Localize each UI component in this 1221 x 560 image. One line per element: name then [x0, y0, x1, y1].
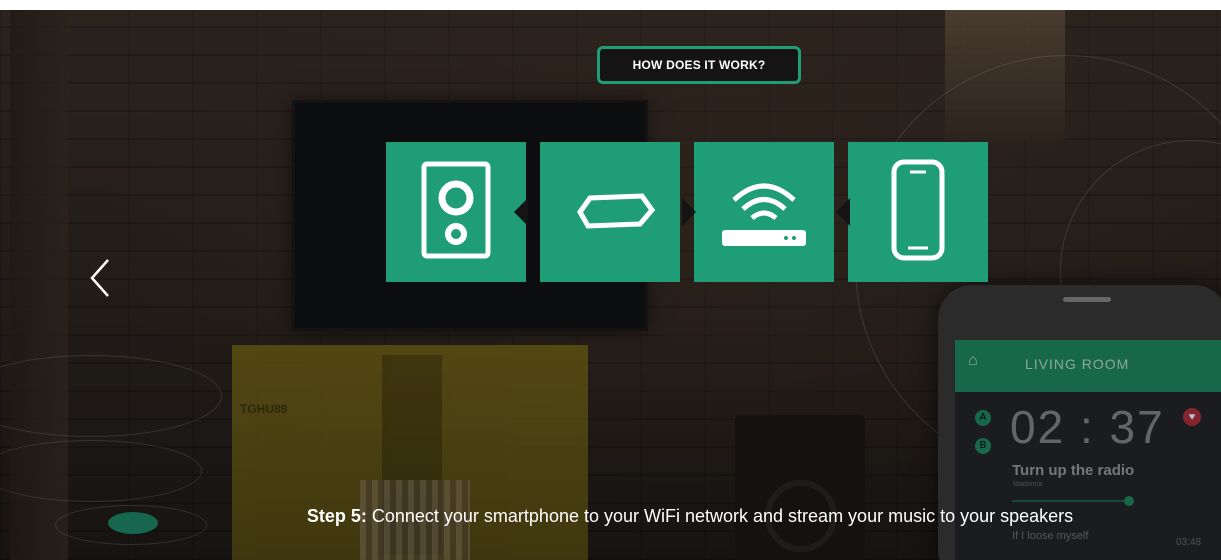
top-strip [0, 0, 1221, 10]
smartphone-icon [891, 159, 945, 261]
step-connector [836, 198, 850, 226]
step-caption-text: Connect your smartphone to your WiFi net… [366, 506, 1074, 526]
hero-slider: TGHU89 ⌂ LIVING ROOM 02 : 37 ♥ A B Turn … [0, 0, 1221, 560]
step-tile-smartphone [848, 142, 988, 282]
how-does-it-work-button[interactable]: HOW DOES IT WORK? [597, 46, 801, 84]
wifi-router-icon [722, 183, 806, 246]
step-connector [514, 198, 528, 226]
step-tile-router [694, 142, 834, 282]
previous-slide-button[interactable] [86, 256, 116, 300]
background-overlay [0, 10, 1221, 560]
step-connector [682, 198, 696, 226]
hub-icon [577, 193, 656, 229]
step-caption-label: Step 5: [306, 506, 367, 526]
speaker-icon [421, 161, 491, 259]
step-tile-hub [540, 142, 680, 282]
step-tile-speaker [386, 142, 526, 282]
step-caption: Step 5: Connect your smartphone to your … [0, 506, 1221, 527]
chevron-left-icon [90, 259, 109, 297]
steps-diagram [386, 142, 988, 282]
